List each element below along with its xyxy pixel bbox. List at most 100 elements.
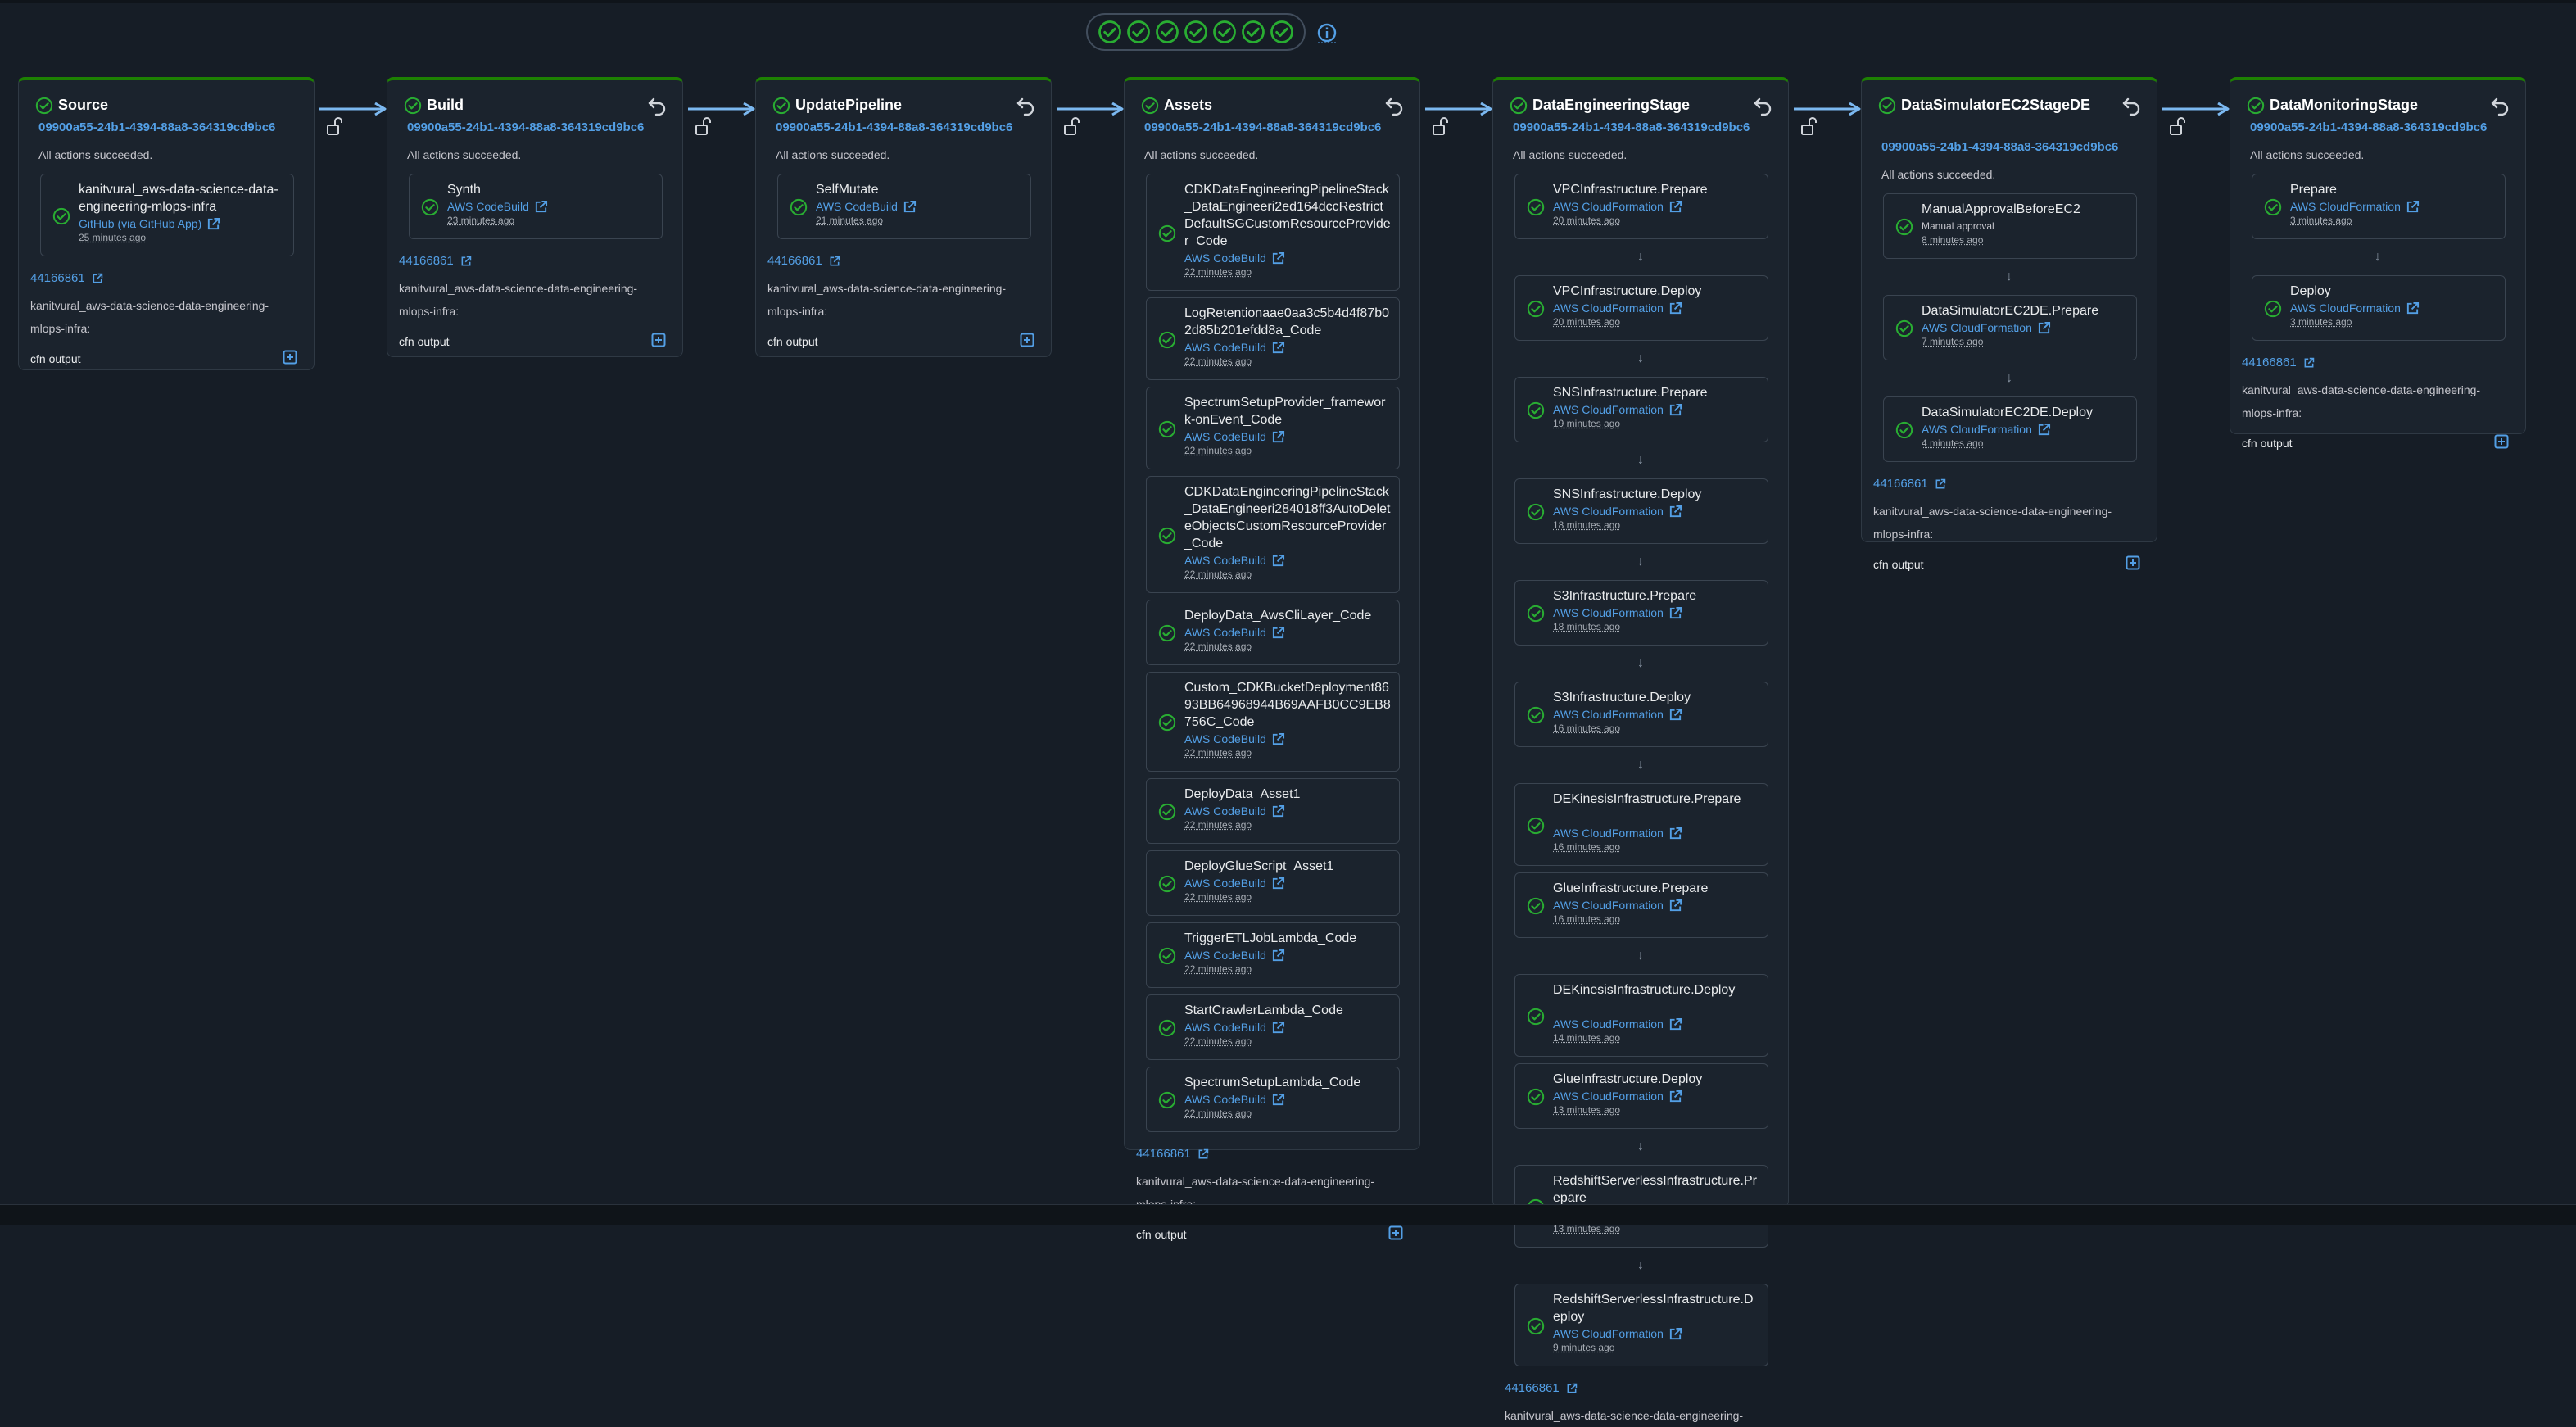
action-box[interactable]: StartCrawlerLambda_Code AWS CodeBuild 22 m… (1146, 994, 1400, 1060)
commit-id-link[interactable]: 44166861 (767, 254, 840, 269)
action-box[interactable]: DeployData_Asset1 AWS CodeBuild 22 minutes… (1146, 778, 1400, 844)
external-link-icon[interactable] (1271, 251, 1285, 265)
action-provider-link[interactable]: AWS CloudFormation (1553, 899, 1682, 913)
action-box[interactable]: DataSimulatorEC2DE.Prepare AWS CloudForma… (1883, 295, 2137, 360)
action-provider-link[interactable]: AWS CloudFormation (1553, 1090, 1682, 1103)
external-link-icon[interactable] (1271, 1021, 1285, 1035)
external-link-icon[interactable] (903, 200, 917, 214)
unlock-transition-icon[interactable] (2169, 116, 2187, 136)
external-link-icon[interactable] (1668, 505, 1682, 519)
unlock-transition-icon[interactable] (326, 116, 344, 136)
external-link-icon[interactable] (206, 217, 220, 231)
action-box[interactable]: VPCInfrastructure.Prepare AWS CloudFormat… (1514, 174, 1768, 239)
external-link-icon[interactable] (1668, 1327, 1682, 1341)
action-box[interactable]: TriggerETLJobLambda_Code AWS CodeBuild 22 … (1146, 922, 1400, 988)
external-link-icon[interactable] (1197, 1148, 1209, 1160)
action-box[interactable]: S3Infrastructure.Deploy AWS CloudFormatio… (1514, 682, 1768, 747)
unlock-transition-icon[interactable] (1063, 116, 1081, 136)
expand-output-icon[interactable] (2126, 555, 2140, 570)
execution-id-link[interactable]: 09900a55-24b1-4394-88a8-364319cd9bc6 (1513, 120, 1750, 136)
external-link-icon[interactable] (1271, 341, 1285, 355)
action-provider-link[interactable]: AWS CodeBuild (1184, 1093, 1285, 1107)
action-box[interactable]: SpectrumSetupLambda_Code AWS CodeBuild 22 … (1146, 1067, 1400, 1132)
commit-id-link[interactable]: 44166861 (1505, 1381, 1578, 1396)
retry-stage-icon[interactable] (1383, 95, 1405, 116)
commit-id-link[interactable]: 44166861 (1136, 1147, 1209, 1162)
external-link-icon[interactable] (2303, 357, 2315, 369)
action-box[interactable]: CDKDataEngineeringPipelineStack_DataEngi… (1146, 476, 1400, 593)
retry-stage-icon[interactable] (2489, 95, 2510, 116)
execution-id-link[interactable]: 09900a55-24b1-4394-88a8-364319cd9bc6 (38, 120, 275, 136)
execution-id-link[interactable]: 09900a55-24b1-4394-88a8-364319cd9bc6 (1144, 120, 1381, 136)
action-provider-link[interactable]: AWS CloudFormation (1922, 423, 2051, 437)
action-provider-link[interactable]: AWS CodeBuild (1184, 949, 1285, 963)
action-provider-link[interactable]: AWS CodeBuild (1184, 877, 1285, 890)
retry-stage-icon[interactable] (646, 95, 668, 116)
action-box[interactable]: Custom_CDKBucketDeployment8693BB64968944… (1146, 672, 1400, 772)
action-provider-link[interactable]: AWS CloudFormation (2290, 200, 2420, 214)
action-box[interactable]: SelfMutate AWS CodeBuild 21 minutes ago (777, 174, 1031, 239)
external-link-icon[interactable] (1271, 430, 1285, 444)
retry-stage-icon[interactable] (1015, 95, 1036, 116)
action-provider-link[interactable]: AWS CodeBuild (1184, 554, 1285, 568)
external-link-icon[interactable] (2037, 321, 2051, 335)
action-provider-link[interactable]: AWS CodeBuild (447, 200, 548, 214)
action-provider-link[interactable]: AWS CloudFormation (1922, 321, 2051, 335)
execution-id-link[interactable]: 09900a55-24b1-4394-88a8-364319cd9bc6 (407, 120, 644, 136)
external-link-icon[interactable] (1668, 1017, 1682, 1031)
external-link-icon[interactable] (1935, 478, 1946, 490)
action-box[interactable]: Prepare AWS CloudFormation 3 minutes ago (2252, 174, 2506, 239)
external-link-icon[interactable] (1668, 200, 1682, 214)
action-box[interactable]: ManualApprovalBeforeEC2 Manual approval 8 … (1883, 193, 2137, 259)
action-box[interactable]: GlueInfrastructure.Prepare AWS CloudForma… (1514, 872, 1768, 938)
external-link-icon[interactable] (460, 256, 472, 267)
external-link-icon[interactable] (1668, 606, 1682, 620)
external-link-icon[interactable] (1271, 626, 1285, 640)
unlock-transition-icon[interactable] (1800, 116, 1818, 136)
action-provider-link[interactable]: AWS CodeBuild (816, 200, 917, 214)
action-box[interactable]: kanitvural_aws-data-science-data-enginee… (40, 174, 294, 256)
action-provider-link[interactable]: AWS CodeBuild (1184, 251, 1285, 265)
action-box[interactable]: SNSInfrastructure.Deploy AWS CloudFormati… (1514, 478, 1768, 544)
action-box[interactable]: CDKDataEngineeringPipelineStack_DataEngi… (1146, 174, 1400, 291)
external-link-icon[interactable] (1271, 1093, 1285, 1107)
action-box[interactable]: SpectrumSetupProvider_framework-onEvent_… (1146, 387, 1400, 469)
action-provider-link[interactable]: AWS CloudFormation (2290, 301, 2420, 315)
action-provider-link[interactable]: AWS CodeBuild (1184, 626, 1285, 640)
expand-output-icon[interactable] (651, 333, 666, 347)
unlock-transition-icon[interactable] (695, 116, 713, 136)
external-link-icon[interactable] (1668, 403, 1682, 417)
expand-output-icon[interactable] (283, 350, 297, 365)
action-box[interactable]: LogRetentionaae0aa3c5b4d4f87b02d85b201ef… (1146, 297, 1400, 380)
action-provider-link[interactable]: Manual approval (1922, 220, 1994, 233)
action-box[interactable]: GlueInfrastructure.Deploy AWS CloudFormat… (1514, 1063, 1768, 1129)
external-link-icon[interactable] (1271, 554, 1285, 568)
action-provider-link[interactable]: AWS CodeBuild (1184, 804, 1285, 818)
external-link-icon[interactable] (534, 200, 548, 214)
action-box[interactable]: DataSimulatorEC2DE.Deploy AWS CloudFormat… (1883, 396, 2137, 462)
action-box[interactable]: DeployGlueScript_Asset1 AWS CodeBuild 22 m… (1146, 850, 1400, 916)
execution-id-link[interactable]: 09900a55-24b1-4394-88a8-364319cd9bc6 (2250, 120, 2487, 136)
external-link-icon[interactable] (1668, 899, 1682, 913)
unlock-transition-icon[interactable] (1432, 116, 1450, 136)
external-link-icon[interactable] (1271, 949, 1285, 963)
execution-id-link[interactable]: 09900a55-24b1-4394-88a8-364319cd9bc6 (1881, 139, 2118, 156)
action-provider-link[interactable]: AWS CloudFormation (1553, 606, 1682, 620)
commit-id-link[interactable]: 44166861 (399, 254, 472, 269)
external-link-icon[interactable] (92, 273, 103, 284)
commit-id-link[interactable]: 44166861 (30, 271, 103, 286)
action-box[interactable]: Deploy AWS CloudFormation 3 minutes ago (2252, 275, 2506, 341)
external-link-icon[interactable] (2037, 423, 2051, 437)
action-provider-link[interactable]: AWS CloudFormation (1553, 200, 1682, 214)
expand-output-icon[interactable] (1388, 1225, 1403, 1240)
external-link-icon[interactable] (1668, 708, 1682, 722)
external-link-icon[interactable] (1566, 1383, 1578, 1394)
action-provider-link[interactable]: AWS CloudFormation (1553, 1017, 1682, 1031)
info-icon[interactable] (1316, 22, 1338, 43)
retry-stage-icon[interactable] (1752, 95, 1773, 116)
external-link-icon[interactable] (1668, 1090, 1682, 1103)
action-box[interactable]: SNSInfrastructure.Prepare AWS CloudFormat… (1514, 377, 1768, 442)
action-provider-link[interactable]: AWS CodeBuild (1184, 430, 1285, 444)
external-link-icon[interactable] (2406, 301, 2420, 315)
action-box[interactable]: DeployData_AwsCliLayer_Code AWS CodeBuild… (1146, 600, 1400, 665)
